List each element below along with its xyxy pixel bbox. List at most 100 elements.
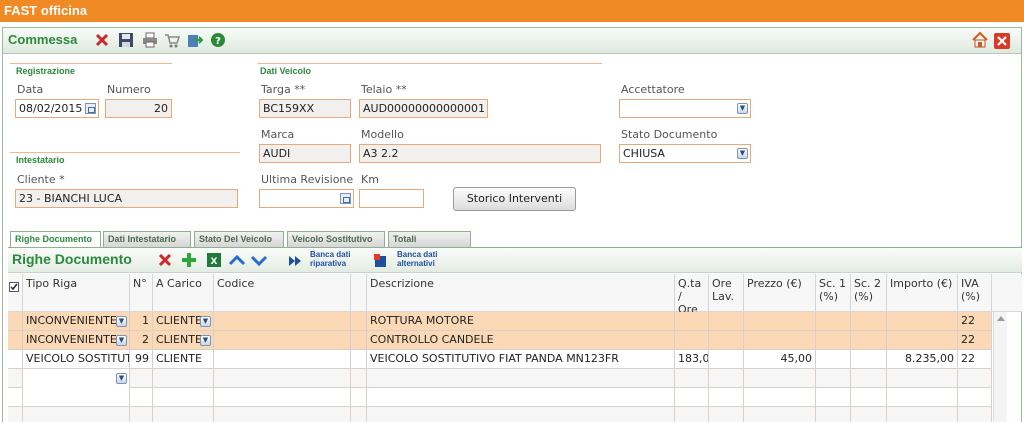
calendar-icon[interactable] xyxy=(85,103,96,114)
cell-descrizione[interactable] xyxy=(367,388,675,407)
cell-num[interactable] xyxy=(130,388,153,407)
save-icon[interactable] xyxy=(117,31,135,49)
banca-alternativi-link[interactable]: Banca dati alternativi xyxy=(397,250,437,268)
table-row[interactable]: VEICOLO SOSTITUTIVO 99 CLIENTE VEICOLO SOST… xyxy=(8,350,992,369)
cell-qta[interactable]: 183,00 xyxy=(675,350,709,369)
cell-codice[interactable] xyxy=(214,388,351,407)
cell-iva[interactable]: 22 xyxy=(958,350,992,369)
cell-descrizione[interactable]: CONTROLLO CANDELE xyxy=(367,331,675,350)
cell-check[interactable] xyxy=(8,350,23,369)
cell-orelav[interactable] xyxy=(709,369,744,388)
calendar-icon[interactable] xyxy=(340,193,351,204)
select-all-checkbox[interactable] xyxy=(8,274,23,312)
help-icon[interactable]: ? xyxy=(209,31,227,49)
cell-prezzo[interactable] xyxy=(744,331,816,350)
cell-prezzo[interactable] xyxy=(744,369,816,388)
cell-qta[interactable] xyxy=(675,407,709,422)
cell-carico[interactable]: CLIENTE ▼ xyxy=(153,331,214,350)
tab-veicolo-sostitutivo[interactable]: Veicolo Sostitutivo xyxy=(287,231,385,248)
banca-alternativi-icon[interactable] xyxy=(372,252,390,270)
delete-row-icon[interactable] xyxy=(156,251,174,269)
close-icon[interactable] xyxy=(993,32,1011,50)
cell-importo[interactable] xyxy=(887,388,958,407)
cell-num[interactable]: 99 xyxy=(130,350,153,369)
stato-select[interactable]: CHIUSA ▼ xyxy=(619,144,751,163)
cell-tipo[interactable]: VEICOLO SOSTITUTIVO xyxy=(23,350,130,369)
cell-iva[interactable] xyxy=(958,388,992,407)
cell-qta[interactable] xyxy=(675,331,709,350)
cell-qta[interactable] xyxy=(675,312,709,331)
table-row[interactable]: INCONVENIENTE ▼ 2 CLIENTE ▼ CONTROLLO CANDELE… xyxy=(8,331,992,350)
header-prezzo[interactable]: Prezzo (€) xyxy=(744,274,816,312)
header-sconto1[interactable]: Sc. 1 (%) xyxy=(816,274,851,312)
cell-qta[interactable] xyxy=(675,388,709,407)
cliente-field[interactable]: 23 - BIANCHI LUCA xyxy=(15,189,238,208)
header-tipo-riga[interactable]: Tipo Riga xyxy=(23,274,130,312)
revisione-field[interactable] xyxy=(259,189,354,208)
cell-prezzo[interactable] xyxy=(744,312,816,331)
cell-check[interactable] xyxy=(8,312,23,331)
header-qta[interactable]: Q.ta / Ore xyxy=(675,274,709,316)
chevron-down-icon[interactable]: ▼ xyxy=(116,373,127,384)
add-row-icon[interactable] xyxy=(180,251,198,269)
table-row[interactable]: ▼ xyxy=(8,369,992,388)
cell-num[interactable] xyxy=(130,369,153,388)
accettatore-select[interactable]: ▼ xyxy=(619,99,751,118)
table-row[interactable]: INCONVENIENTE ▼ 1 CLIENTE ▼ ROTTURA MOTORE 22 xyxy=(8,312,992,331)
header-sconto2[interactable]: Sc. 2 (%) xyxy=(851,274,887,312)
cell-importo[interactable] xyxy=(887,407,958,422)
cell-sc1[interactable] xyxy=(816,369,851,388)
cell-orelav[interactable] xyxy=(709,407,744,422)
cell-sc2[interactable] xyxy=(851,312,887,331)
cell-prezzo[interactable] xyxy=(744,388,816,407)
move-down-icon[interactable] xyxy=(250,251,268,269)
cell-check[interactable] xyxy=(8,369,23,388)
table-row[interactable] xyxy=(8,407,992,422)
cell-sc1[interactable] xyxy=(816,331,851,350)
header-numero[interactable]: N° xyxy=(130,274,153,312)
cell-sc1[interactable] xyxy=(816,407,851,422)
cell-orelav[interactable] xyxy=(709,350,744,369)
header-a-carico[interactable]: A Carico xyxy=(153,274,214,312)
cell-tipo[interactable]: INCONVENIENTE ▼ xyxy=(23,312,130,331)
cell-codice[interactable] xyxy=(214,350,351,369)
cell-sc1[interactable] xyxy=(816,388,851,407)
cell-importo[interactable] xyxy=(887,369,958,388)
tab-stato-del-veicolo[interactable]: Stato Del Veicolo xyxy=(194,231,284,248)
cell-tipo[interactable] xyxy=(23,388,130,407)
chevron-down-icon[interactable]: ▼ xyxy=(200,316,211,327)
chevron-down-icon[interactable]: ▼ xyxy=(200,335,211,346)
cell-importo[interactable] xyxy=(887,312,958,331)
header-codice[interactable]: Codice xyxy=(214,274,351,312)
cell-carico[interactable]: CLIENTE xyxy=(153,350,214,369)
cell-iva[interactable] xyxy=(958,407,992,422)
cell-sc2[interactable] xyxy=(851,350,887,369)
cell-codice[interactable] xyxy=(214,407,351,422)
cell-descrizione[interactable]: VEICOLO SOSTITUTIVO FIAT PANDA MN123FR xyxy=(367,350,675,369)
tab-totali[interactable]: Totali xyxy=(388,231,471,248)
telaio-field[interactable]: AUD00000000000001 xyxy=(359,99,488,118)
cell-tipo[interactable]: INCONVENIENTE ▼ xyxy=(23,331,130,350)
scroll-up-icon[interactable] xyxy=(997,316,1005,321)
cell-iva[interactable]: 22 xyxy=(958,331,992,350)
header-iva[interactable]: IVA (%) xyxy=(958,274,992,312)
cell-codice[interactable] xyxy=(214,312,351,331)
banca-riparativa-link[interactable]: Banca dati riparativa xyxy=(310,250,350,268)
banca-riparativa-icon[interactable] xyxy=(286,252,304,270)
cell-carico[interactable]: CLIENTE ▼ xyxy=(153,312,214,331)
cell-descrizione[interactable]: ROTTURA MOTORE xyxy=(367,312,675,331)
cart-icon[interactable] xyxy=(163,31,181,49)
cell-prezzo[interactable] xyxy=(744,407,816,422)
home-icon[interactable] xyxy=(971,31,989,49)
cell-num[interactable] xyxy=(130,407,153,422)
cell-orelav[interactable] xyxy=(709,388,744,407)
cell-descrizione[interactable] xyxy=(367,407,675,422)
chevron-down-icon[interactable]: ▼ xyxy=(737,148,748,159)
marca-field[interactable]: AUDI xyxy=(259,144,351,163)
cell-descrizione[interactable] xyxy=(367,369,675,388)
chevron-down-icon[interactable]: ▼ xyxy=(116,316,127,327)
cell-importo[interactable] xyxy=(887,331,958,350)
cell-qta[interactable] xyxy=(675,369,709,388)
cell-num[interactable]: 1 xyxy=(130,312,153,331)
cell-sc2[interactable] xyxy=(851,331,887,350)
